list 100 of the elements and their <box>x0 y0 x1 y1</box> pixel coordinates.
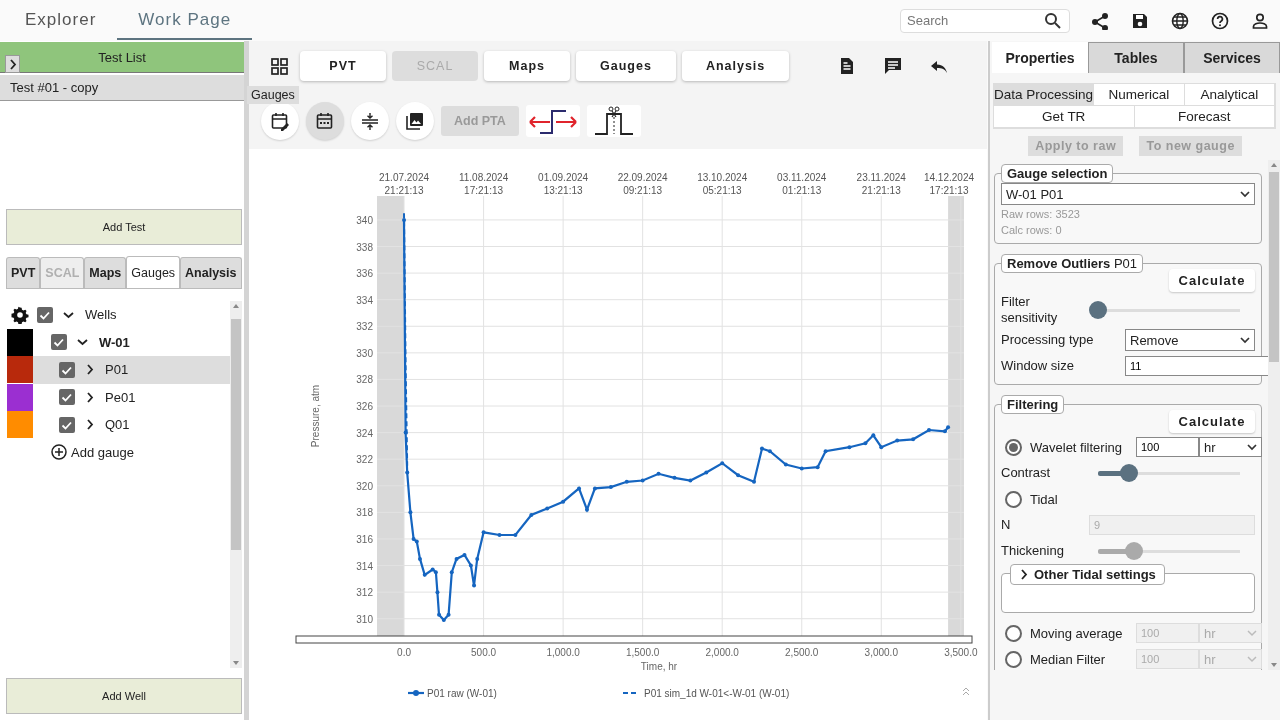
radio-button[interactable] <box>1005 490 1022 508</box>
tab[interactable]: Gauges <box>126 256 181 288</box>
tree-row[interactable]: P01 <box>33 356 231 384</box>
tab[interactable]: Analysis <box>180 257 242 288</box>
tab[interactable]: Get TR <box>994 106 1135 128</box>
module-button[interactable]: PVT <box>300 51 386 81</box>
tree-row[interactable]: Q01 <box>33 411 231 439</box>
slider-thumb[interactable] <box>1120 464 1139 482</box>
share-icon[interactable] <box>1091 11 1109 30</box>
calculate-button[interactable]: Calculate <box>1169 269 1255 292</box>
date-label: 22.09.2024 <box>617 172 668 183</box>
tab[interactable]: Tables <box>1088 42 1184 73</box>
caret-icon <box>1240 336 1250 344</box>
axis-label: 340 <box>356 214 373 226</box>
section-title: Remove Outliers P01 <box>1001 254 1144 273</box>
data-point <box>871 433 876 438</box>
dropdown[interactable]: Remove <box>1125 329 1255 351</box>
time-label: 21:21:13 <box>861 185 901 196</box>
pulse-cut-icon[interactable] <box>592 105 635 137</box>
checkbox[interactable] <box>51 334 67 351</box>
calculate-button[interactable]: Calculate <box>1169 410 1255 433</box>
settings-icon[interactable] <box>10 305 29 324</box>
chevron-right-icon[interactable] <box>85 363 94 377</box>
checkbox[interactable] <box>59 389 75 406</box>
tree-label: Wells <box>84 307 117 323</box>
add-well-button[interactable]: Add Well <box>6 678 243 714</box>
input-field[interactable]: 100 <box>1136 437 1199 457</box>
search-icon[interactable] <box>1044 11 1062 30</box>
data-point <box>688 478 693 483</box>
comment-icon[interactable] <box>884 57 903 75</box>
tree-row[interactable]: Pe01 <box>33 383 231 411</box>
tree-row[interactable]: W-01 <box>33 328 231 356</box>
radio-button[interactable] <box>1005 438 1022 456</box>
axis-label: 316 <box>356 533 373 545</box>
scroll-down-icon[interactable] <box>232 660 241 666</box>
dropdown[interactable]: W-01 P01 <box>1001 183 1255 205</box>
axis-label: 336 <box>356 268 373 280</box>
tab[interactable]: Data Processing <box>994 84 1095 106</box>
range-slider[interactable] <box>295 635 973 644</box>
checkbox[interactable] <box>59 361 75 378</box>
tab[interactable]: Properties <box>992 42 1088 73</box>
panel-title: Test List <box>97 49 147 65</box>
scrollbar[interactable] <box>1268 160 1280 670</box>
add-gauge-button[interactable]: Add gauge <box>51 444 134 461</box>
module-button[interactable]: Analysis <box>681 51 790 81</box>
tab[interactable]: PVT <box>6 257 41 288</box>
scroll-up-icon[interactable] <box>1270 162 1278 168</box>
grid-icon[interactable] <box>271 57 288 75</box>
module-button[interactable]: Gauges <box>576 51 676 81</box>
tree-row[interactable]: Wells <box>33 301 231 329</box>
chevron-down-icon[interactable] <box>77 337 88 348</box>
view-toggle-button[interactable] <box>351 102 389 140</box>
top-tab[interactable]: Explorer <box>4 1 118 40</box>
group-toggle[interactable]: Other Tidal settings <box>1010 564 1165 585</box>
tab[interactable]: Forecast <box>1134 106 1275 128</box>
module-button[interactable]: Maps <box>484 51 570 81</box>
check-icon <box>53 337 65 348</box>
scrollbar[interactable] <box>230 301 243 668</box>
expand-button[interactable] <box>5 55 20 73</box>
caret-icon <box>1247 629 1257 637</box>
tab[interactable]: Numerical <box>1094 84 1185 106</box>
scroll-up-icon[interactable] <box>232 303 241 309</box>
tree-label: W-01 <box>98 334 130 350</box>
color-swatch[interactable] <box>6 383 33 411</box>
view-toggle-button[interactable] <box>261 102 299 140</box>
reply-icon[interactable] <box>930 58 949 74</box>
data-point <box>592 486 597 491</box>
data-point <box>847 445 852 450</box>
slider-thumb[interactable] <box>1089 301 1107 319</box>
chevron-right-icon[interactable] <box>85 418 94 432</box>
compress-icon <box>361 111 379 131</box>
tab[interactable]: Analytical <box>1184 84 1275 106</box>
tab[interactable]: Services <box>1184 42 1280 73</box>
globe-icon[interactable] <box>1171 11 1189 30</box>
input-field[interactable]: 11 <box>1125 356 1268 376</box>
help-icon[interactable] <box>1211 11 1229 30</box>
color-swatch[interactable] <box>6 411 33 439</box>
field-label: Thickening <box>1001 543 1065 559</box>
chevron-down-icon[interactable] <box>63 309 74 320</box>
user-icon[interactable] <box>1251 11 1269 30</box>
color-swatch[interactable] <box>6 356 33 384</box>
data-point <box>462 552 467 557</box>
document-icon[interactable] <box>839 57 856 75</box>
unit-dropdown[interactable]: hr <box>1199 437 1262 457</box>
search-field[interactable]: Search <box>900 8 1070 33</box>
chevron-right-icon[interactable] <box>85 390 94 404</box>
color-swatch[interactable] <box>6 328 33 356</box>
scroll-down-icon[interactable] <box>1270 662 1278 668</box>
radio-label: Moving average <box>1030 625 1124 641</box>
view-toggle-button[interactable] <box>306 102 344 140</box>
chevron-right-icon <box>1019 568 1028 581</box>
view-toggle-button[interactable] <box>396 102 434 140</box>
data-point <box>561 499 566 504</box>
test-item[interactable]: Test #01 - copy <box>0 75 245 101</box>
tab[interactable]: Maps <box>84 257 127 288</box>
checkbox[interactable] <box>59 416 75 433</box>
checkbox[interactable] <box>37 306 53 323</box>
add-test-button[interactable]: Add Test <box>6 209 243 245</box>
save-icon[interactable] <box>1131 11 1149 30</box>
data-point <box>863 441 868 446</box>
